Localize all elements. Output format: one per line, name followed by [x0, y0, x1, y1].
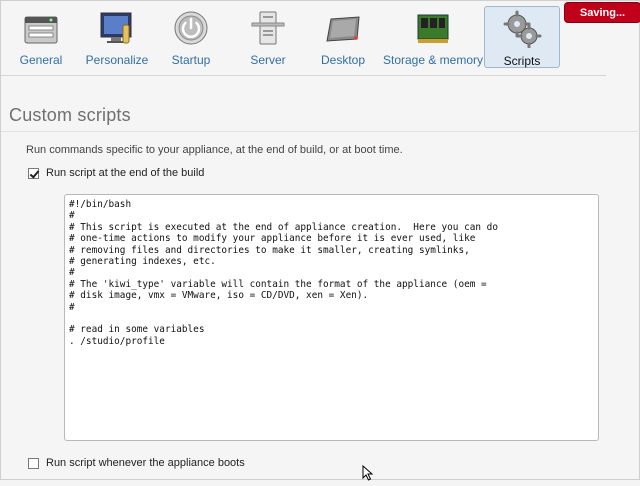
build-script-editor[interactable]: #!/bin/bash # # This script is executed … [64, 194, 599, 441]
memory-chip-icon [413, 9, 453, 47]
tab-desktop-label: Desktop [320, 53, 366, 67]
appliance-icon [21, 9, 61, 47]
toolbar: General Personalize Startup Server Deskt… [1, 1, 640, 77]
boot-script-checkbox-label: Run script whenever the appliance boots [46, 457, 245, 469]
gears-icon [502, 10, 542, 49]
script-code: #!/bin/bash # # This script is executed … [69, 199, 498, 347]
boot-script-option[interactable]: Run script whenever the appliance boots [28, 457, 245, 469]
build-script-option[interactable]: Run script at the end of the build [28, 167, 204, 179]
monitor-brush-icon [97, 9, 137, 47]
tab-personalize[interactable]: Personalize [85, 6, 149, 68]
tab-desktop[interactable]: Desktop [316, 6, 370, 68]
tab-server-label: Server [250, 53, 286, 67]
page-title: Custom scripts [9, 105, 131, 125]
tab-scripts-label: Scripts [503, 54, 541, 68]
tab-scripts[interactable]: Scripts [484, 6, 560, 68]
section-divider [1, 131, 640, 132]
tab-personalize-label: Personalize [85, 53, 149, 67]
toolbar-divider [1, 75, 606, 76]
tab-storage-memory[interactable]: Storage & memory [383, 6, 483, 68]
build-script-checkbox-label: Run script at the end of the build [46, 167, 205, 179]
desktop-pad-icon [323, 9, 363, 47]
power-icon [171, 9, 211, 47]
tab-startup-label: Startup [171, 53, 211, 67]
tab-general-label: General [19, 53, 63, 67]
build-script-checkbox[interactable] [28, 167, 39, 179]
section-description: Run commands specific to your appliance,… [26, 144, 403, 156]
mouse-pointer-icon [362, 464, 374, 481]
tab-general[interactable]: General [14, 6, 68, 68]
tab-server[interactable]: Server [241, 6, 295, 68]
boot-script-checkbox[interactable] [28, 457, 39, 469]
status-badge: Saving... [564, 2, 640, 23]
app-frame: General Personalize Startup Server Deskt… [0, 0, 640, 481]
tab-storage-memory-label: Storage & memory [382, 53, 484, 67]
tab-startup[interactable]: Startup [164, 6, 218, 68]
server-tower-icon [248, 9, 288, 47]
